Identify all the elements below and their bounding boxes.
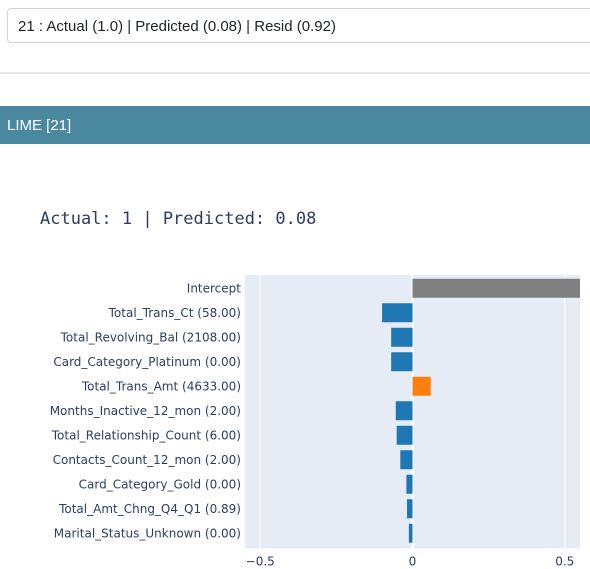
y-tick-label: Total_Amt_Chng_Q4_Q1 (0.89) bbox=[58, 502, 241, 516]
x-tick-label: 0.5 bbox=[555, 555, 574, 569]
bar-7 bbox=[400, 450, 413, 470]
y-tick-label: Card_Category_Platinum (0.00) bbox=[53, 355, 241, 369]
y-tick-label: Total_Revolving_Bal (2108.00) bbox=[60, 330, 241, 344]
y-tick-label: Total_Trans_Amt (4633.00) bbox=[81, 379, 241, 393]
y-tick-label: Marital_Status_Unknown (0.00) bbox=[54, 526, 241, 540]
x-tick-labels: −0.5 0 0.5 bbox=[246, 555, 575, 569]
y-tick-label: Contacts_Count_12_mon (2.00) bbox=[53, 453, 241, 467]
bar-3 bbox=[391, 352, 413, 372]
x-tick-label: 0 bbox=[409, 555, 417, 569]
bar-9 bbox=[407, 499, 413, 519]
bar-1 bbox=[382, 303, 413, 323]
bar-0 bbox=[412, 278, 580, 298]
bar-2 bbox=[391, 327, 413, 347]
y-tick-labels: Intercept Total_Trans_Ct (58.00) Total_Rev… bbox=[50, 281, 242, 540]
y-tick-label: Intercept bbox=[187, 281, 242, 295]
bar-10 bbox=[408, 523, 413, 543]
lime-bar-chart: Intercept Total_Trans_Ct (58.00) Total_Rev… bbox=[50, 275, 580, 569]
x-tick-label: −0.5 bbox=[246, 555, 275, 569]
bar-4 bbox=[412, 376, 431, 396]
y-tick-label: Total_Trans_Ct (58.00) bbox=[108, 306, 241, 320]
y-tick-label: Card_Category_Gold (0.00) bbox=[79, 477, 241, 491]
bar-6 bbox=[396, 425, 413, 445]
bar-8 bbox=[406, 474, 413, 494]
y-tick-label: Months_Inactive_12_mon (2.00) bbox=[50, 404, 241, 418]
y-tick-label: Total_Relationship_Count (6.00) bbox=[51, 428, 241, 442]
bar-5 bbox=[395, 401, 413, 421]
